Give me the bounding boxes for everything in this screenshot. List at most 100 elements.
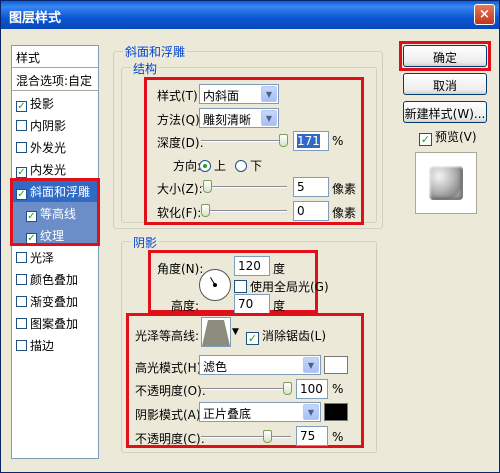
checkbox-icon[interactable]: ✓: [16, 101, 27, 112]
checkbox-icon[interactable]: [234, 280, 247, 293]
shadow-mode-select[interactable]: 正片叠底 ▼: [199, 402, 321, 422]
direction-label: 方向:: [173, 159, 202, 173]
bevel-style-select[interactable]: 内斜面 ▼: [199, 84, 279, 104]
gloss-contour-label: 光泽等高线:: [135, 329, 200, 343]
angle-label: 角度(N):: [157, 262, 204, 276]
antialias-checkbox[interactable]: ✓ 消除锯齿(L): [246, 327, 326, 345]
shading-title: 阴影: [131, 234, 160, 251]
direction-up-radio[interactable]: 上: [199, 157, 226, 174]
style-item-inner-shadow[interactable]: 内阴影: [12, 114, 98, 136]
texture-preview-image: [429, 166, 463, 200]
shadow-opacity-unit: %: [332, 430, 344, 444]
depth-unit: %: [332, 134, 344, 148]
direction-down-radio[interactable]: 下: [235, 157, 262, 174]
style-item-color-overlay[interactable]: 颜色叠加: [12, 268, 98, 290]
checkbox-icon[interactable]: ✓: [419, 133, 432, 146]
style-item-texture[interactable]: ✓ 纹理: [12, 224, 98, 246]
styles-header[interactable]: 样式: [12, 46, 98, 68]
shadow-opacity-label: 不透明度(C):: [135, 432, 205, 446]
shadow-opacity-slider[interactable]: [201, 430, 291, 443]
shadow-opacity-input[interactable]: 75: [296, 426, 328, 446]
soften-slider[interactable]: [201, 204, 287, 217]
depth-label: 深度(D):: [157, 136, 204, 150]
angle-unit: 度: [273, 262, 286, 276]
new-style-button[interactable]: 新建样式(W)...: [403, 101, 487, 123]
style-item-inner-glow[interactable]: ✓ 内发光: [12, 158, 98, 180]
dialog-title: 图层样式: [9, 11, 62, 26]
soften-input[interactable]: 0: [293, 201, 329, 221]
slider-thumb[interactable]: [283, 382, 292, 395]
contour-dropdown-icon[interactable]: ▼: [232, 327, 239, 337]
slider-thumb[interactable]: [263, 430, 272, 443]
checkbox-icon[interactable]: [16, 142, 27, 153]
radio-icon[interactable]: [235, 160, 247, 172]
close-icon[interactable]: ×: [474, 4, 495, 25]
slider-thumb[interactable]: [201, 204, 210, 217]
style-item-contour[interactable]: ✓ 等高线: [12, 202, 98, 224]
preview-checkbox[interactable]: ✓ 预览(V): [419, 128, 477, 146]
highlight-opacity-slider[interactable]: [201, 382, 292, 395]
cancel-button[interactable]: 取消: [403, 73, 487, 95]
angle-input[interactable]: 120: [234, 256, 270, 276]
size-input[interactable]: 5: [293, 177, 329, 197]
checkbox-icon[interactable]: [16, 252, 27, 263]
altitude-unit: 度: [273, 299, 286, 313]
checkbox-icon[interactable]: ✓: [26, 211, 37, 222]
ok-button[interactable]: 确定: [403, 45, 487, 67]
checkbox-icon[interactable]: [16, 340, 27, 351]
highlight-opacity-label: 不透明度(O):: [135, 384, 206, 398]
checkbox-icon[interactable]: [16, 296, 27, 307]
highlight-mode-label: 高光模式(H):: [135, 361, 206, 375]
highlight-opacity-input[interactable]: 100: [296, 379, 328, 399]
altitude-label: 高度:: [171, 299, 200, 313]
checkbox-icon[interactable]: [16, 274, 27, 285]
shadow-mode-label: 阴影模式(A):: [135, 408, 205, 422]
soften-label: 软化(F):: [157, 206, 202, 220]
slider-thumb[interactable]: [203, 180, 212, 193]
checkbox-icon[interactable]: ✓: [26, 233, 37, 244]
altitude-input[interactable]: 70: [234, 294, 270, 314]
size-label: 大小(Z):: [157, 182, 203, 196]
checkbox-icon[interactable]: [16, 318, 27, 329]
layer-style-dialog: 图层样式 × 样式 混合选项:自定 ✓ 投影 内阴影 外发光 ✓ 内发光 ✓ 斜面和浮…: [0, 0, 500, 473]
checkbox-icon[interactable]: [16, 120, 27, 131]
soften-unit: 像素: [332, 206, 357, 220]
style-item-bevel-emboss[interactable]: ✓ 斜面和浮雕: [12, 180, 98, 202]
technique-select[interactable]: 雕刻清晰 ▼: [199, 108, 279, 128]
style-item-drop-shadow[interactable]: ✓ 投影: [12, 92, 98, 114]
style-item-pattern-overlay[interactable]: 图案叠加: [12, 312, 98, 334]
style-label: 样式(T):: [157, 89, 202, 103]
size-unit: 像素: [332, 182, 357, 196]
checkbox-icon[interactable]: ✓: [16, 167, 27, 178]
styles-list: 样式 混合选项:自定 ✓ 投影 内阴影 外发光 ✓ 内发光 ✓ 斜面和浮雕 ✓ 等高线 …: [11, 45, 99, 459]
title-bar: 图层样式: [1, 1, 499, 29]
chevron-down-icon: ▼: [303, 357, 319, 373]
style-item-outer-glow[interactable]: 外发光: [12, 136, 98, 158]
structure-title: 结构: [131, 60, 160, 77]
style-item-satin[interactable]: 光泽: [12, 246, 98, 268]
gloss-contour-picker[interactable]: [201, 317, 231, 347]
style-preview-thumbnail: [415, 152, 477, 214]
angle-dial[interactable]: [199, 269, 231, 301]
highlight-color-swatch[interactable]: [324, 356, 348, 374]
slider-thumb[interactable]: [279, 134, 288, 147]
size-slider[interactable]: [201, 180, 287, 193]
chevron-down-icon: ▼: [261, 86, 277, 102]
style-item-stroke[interactable]: 描边: [12, 334, 98, 356]
checkbox-icon[interactable]: ✓: [246, 332, 259, 345]
highlight-mode-select[interactable]: 滤色 ▼: [199, 355, 321, 375]
bevel-group-title: 斜面和浮雕: [123, 43, 188, 60]
checkbox-icon[interactable]: ✓: [16, 189, 27, 200]
contour-curve-icon: [202, 320, 230, 346]
blending-options-item[interactable]: 混合选项:自定: [12, 69, 98, 91]
chevron-down-icon: ▼: [303, 404, 319, 420]
depth-input[interactable]: 171: [293, 131, 329, 151]
highlight-opacity-unit: %: [332, 382, 344, 396]
technique-label: 方法(Q):: [157, 113, 204, 127]
shadow-color-swatch[interactable]: [324, 403, 348, 421]
depth-slider[interactable]: [201, 134, 288, 147]
style-item-gradient-overlay[interactable]: 渐变叠加: [12, 290, 98, 312]
chevron-down-icon: ▼: [261, 110, 277, 126]
radio-icon[interactable]: [199, 160, 211, 172]
global-light-checkbox[interactable]: 使用全局光(G): [234, 278, 329, 295]
